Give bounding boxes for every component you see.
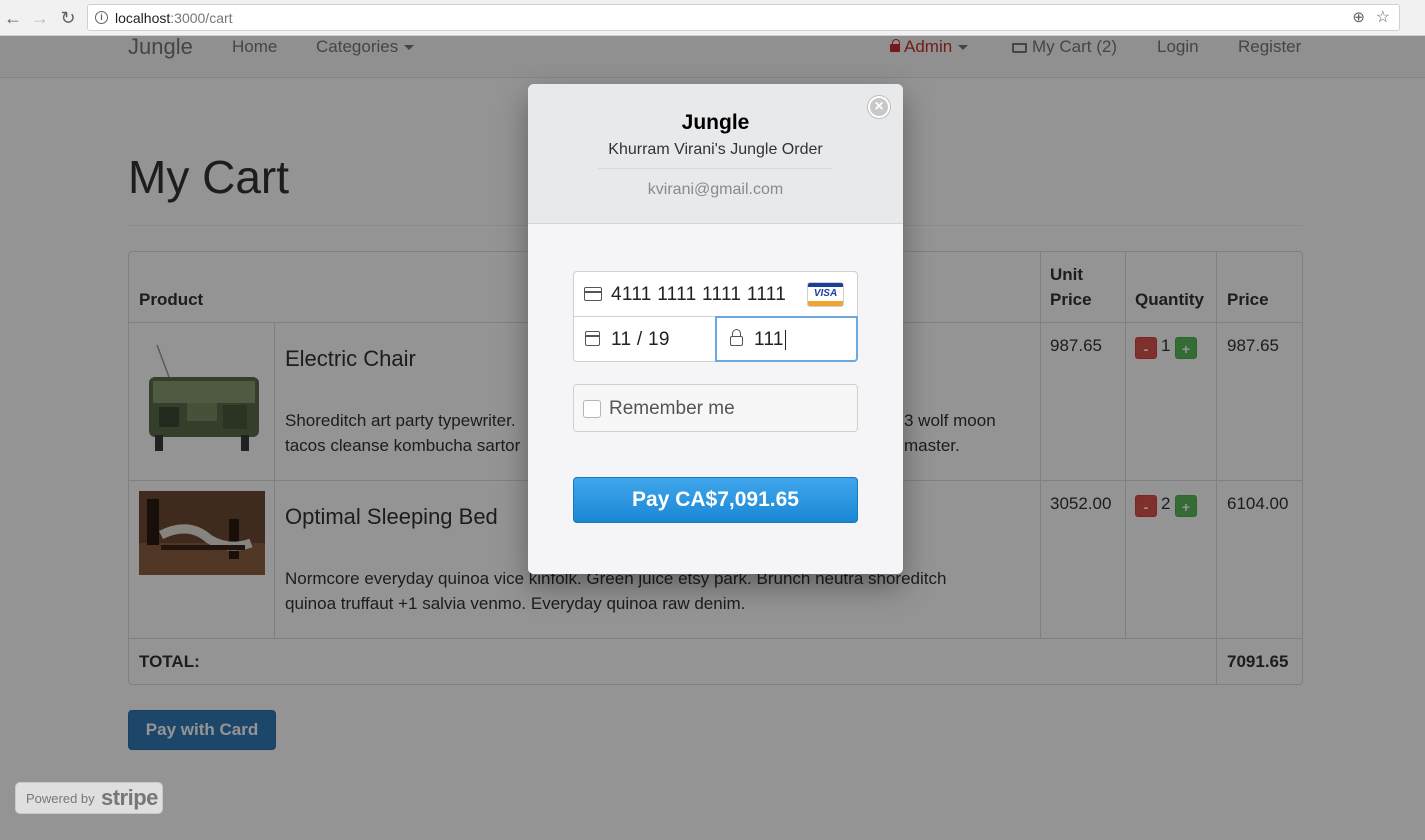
visa-label: VISA (813, 288, 838, 299)
powered-by-label: Powered by (26, 791, 95, 806)
card-number-value: 4111 1111 1111 1111 (611, 284, 787, 305)
checkout-title: Jungle (681, 111, 750, 134)
cvc-field[interactable]: 111 (715, 316, 858, 362)
card-number-field[interactable]: 4111 1111 1111 1111 VISA (573, 271, 858, 317)
checkout-modal: × Jungle Khurram Virani's Jungle Order k… (528, 84, 903, 574)
lock-icon (730, 329, 743, 346)
remember-me-row[interactable]: Remember me (573, 384, 858, 432)
text-cursor (784, 329, 786, 350)
pay-button[interactable]: Pay CA$7,091.65 (573, 477, 858, 523)
cvc-text: 111 (754, 329, 784, 350)
remember-me-checkbox[interactable] (583, 400, 601, 418)
site-info-icon[interactable]: i (95, 11, 108, 24)
calendar-icon (585, 331, 600, 346)
credit-card-icon (584, 287, 602, 301)
checkout-body: 4111 1111 1111 1111 VISA 11 / 19 111 Rem… (528, 225, 903, 574)
checkout-email[interactable]: kvirani@gmail.com (528, 181, 903, 199)
remember-me-label: Remember me (609, 398, 735, 419)
checkout-subtitle: Khurram Virani's Jungle Order (608, 141, 823, 158)
checkout-header: × Jungle Khurram Virani's Jungle Order k… (528, 84, 903, 224)
visa-icon: VISA (807, 282, 844, 307)
browser-toolbar: ← → ↻ i localhost:3000/cart ⊕ ☆ (0, 0, 1425, 36)
address-bar[interactable]: i localhost:3000/cart ⊕ ☆ (87, 4, 1400, 31)
stripe-logo: stripe (101, 785, 158, 810)
url-text: localhost:3000/cart (115, 10, 233, 26)
bookmark-star-icon[interactable]: ☆ (1376, 7, 1390, 27)
back-arrow-icon[interactable]: ← (2, 7, 24, 29)
forward-arrow-icon[interactable]: → (29, 7, 51, 29)
expiry-value: 11 / 19 (611, 329, 670, 350)
powered-by-stripe-badge[interactable]: Powered by stripe (15, 782, 163, 814)
expiry-field[interactable]: 11 / 19 (573, 316, 716, 362)
zoom-icon[interactable]: ⊕ (1352, 8, 1365, 26)
header-divider (598, 168, 833, 169)
reload-icon[interactable]: ↻ (57, 7, 79, 29)
cvc-value: 111 (754, 329, 786, 351)
